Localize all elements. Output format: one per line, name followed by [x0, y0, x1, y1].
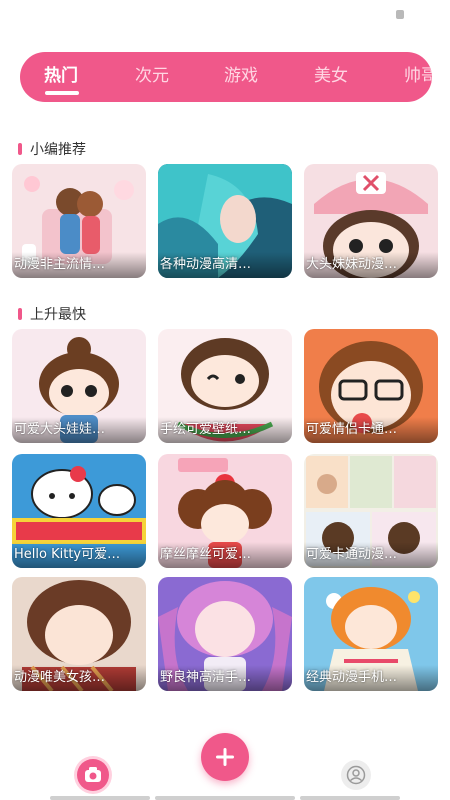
section-marker	[18, 308, 22, 320]
nav-profile-button[interactable]	[341, 760, 371, 790]
wallpaper-card[interactable]: 手绘可爱壁纸…	[158, 329, 292, 443]
add-button[interactable]	[201, 733, 249, 781]
wallpaper-card[interactable]: 各种动漫高清…	[158, 164, 292, 278]
section-title-text: 上升最快	[30, 307, 86, 323]
wallpaper-card[interactable]: Hello Kitty可爱…	[12, 454, 146, 568]
tab-games[interactable]: 游戏	[224, 52, 258, 102]
card-caption: 野良神高清手…	[158, 665, 292, 691]
section-title-rising: 上升最快	[18, 304, 86, 324]
wallpaper-card[interactable]: 摩丝摩丝可爱…	[158, 454, 292, 568]
wallpaper-card[interactable]: 可爱卡通动漫…	[304, 454, 438, 568]
card-caption: 可爱大头娃娃…	[12, 417, 146, 443]
status-indicator	[396, 10, 404, 19]
nav-divider	[155, 796, 295, 800]
card-caption: 动漫非主流情…	[12, 252, 146, 278]
plus-icon	[216, 748, 234, 766]
wallpaper-card[interactable]: 动漫唯美女孩…	[12, 577, 146, 691]
card-caption: 可爱卡通动漫…	[304, 542, 438, 568]
nav-home-button[interactable]	[77, 759, 109, 791]
tab-handsome[interactable]: 帅哥	[404, 52, 432, 102]
card-caption: 经典动漫手机…	[304, 665, 438, 691]
card-caption: 可爱情侣卡通…	[304, 417, 438, 443]
card-caption: 动漫唯美女孩…	[12, 665, 146, 691]
section-marker	[18, 143, 22, 155]
nav-divider	[50, 796, 150, 800]
card-caption: 手绘可爱壁纸…	[158, 417, 292, 443]
card-caption: 摩丝摩丝可爱…	[158, 542, 292, 568]
wallpaper-card[interactable]: 野良神高清手…	[158, 577, 292, 691]
card-caption: 大头妹妹动漫…	[304, 252, 438, 278]
wallpaper-card[interactable]: 大头妹妹动漫…	[304, 164, 438, 278]
wallpaper-card[interactable]: 可爱情侣卡通…	[304, 329, 438, 443]
nav-divider	[300, 796, 400, 800]
section-title-text: 小编推荐	[30, 142, 86, 158]
tab-anime[interactable]: 次元	[135, 52, 169, 102]
section-title-recommend: 小编推荐	[18, 139, 86, 159]
wallpaper-card[interactable]: 动漫非主流情…	[12, 164, 146, 278]
camera-home-icon	[85, 767, 101, 782]
user-profile-icon	[346, 765, 366, 785]
card-caption: 各种动漫高清…	[158, 252, 292, 278]
active-tab-indicator	[45, 91, 79, 95]
wallpaper-card[interactable]: 可爱大头娃娃…	[12, 329, 146, 443]
tab-beauty[interactable]: 美女	[314, 52, 348, 102]
card-caption: Hello Kitty可爱…	[12, 542, 146, 568]
category-tab-bar: 热门 次元 游戏 美女 帅哥	[20, 52, 432, 102]
wallpaper-card[interactable]: 经典动漫手机…	[304, 577, 438, 691]
